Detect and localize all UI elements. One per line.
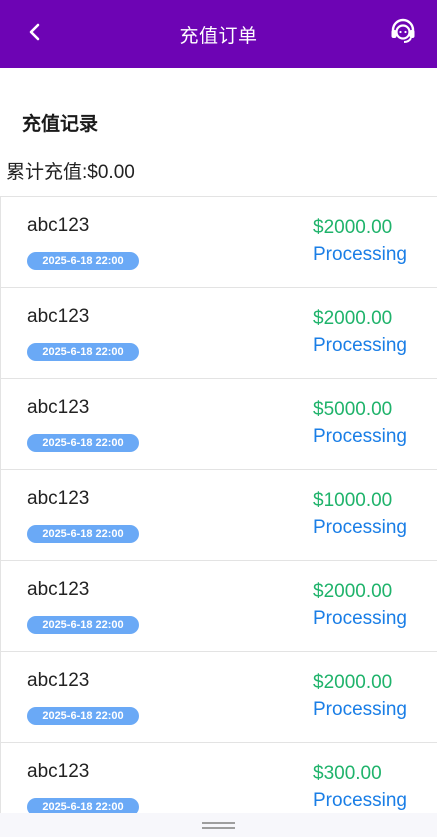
chevron-left-icon [29,23,40,41]
app-header: 充值订单 [0,0,437,68]
section-title: 充值记录 [22,113,99,135]
headset-icon [391,18,415,43]
list-item[interactable]: abc123 2025-6-18 22:00 $300.00 Processin… [1,743,437,813]
record-name: abc123 [27,670,90,691]
total-recharge: 累计充值:$0.00 [6,162,135,183]
record-list[interactable]: abc123 2025-6-18 22:00 $2000.00 Processi… [0,196,437,813]
date-badge: 2025-6-18 22:00 [27,798,139,813]
record-name: abc123 [27,397,90,418]
list-item[interactable]: abc123 2025-6-18 22:00 $5000.00 Processi… [1,379,437,470]
list-item[interactable]: abc123 2025-6-18 22:00 $1000.00 Processi… [1,470,437,561]
date-badge: 2025-6-18 22:00 [27,707,139,725]
page-title: 充值订单 [179,24,258,47]
record-amount: $2000.00 [313,308,393,329]
record-name: abc123 [27,579,90,600]
bottom-bar [0,813,437,837]
date-badge: 2025-6-18 22:00 [27,434,139,452]
list-item[interactable]: abc123 2025-6-18 22:00 $2000.00 Processi… [1,652,437,743]
record-name: abc123 [27,488,90,509]
record-name: abc123 [27,761,90,782]
record-amount: $2000.00 [313,217,393,238]
record-status: Processing [313,608,407,629]
date-badge: 2025-6-18 22:00 [27,616,139,634]
date-badge: 2025-6-18 22:00 [27,343,139,361]
record-name: abc123 [27,215,90,236]
date-badge: 2025-6-18 22:00 [27,525,139,543]
record-status: Processing [313,426,407,447]
record-status: Processing [313,699,407,720]
record-status: Processing [313,244,407,265]
back-button[interactable] [24,19,46,45]
record-status: Processing [313,335,407,356]
list-item[interactable]: abc123 2025-6-18 22:00 $2000.00 Processi… [1,197,437,288]
list-item[interactable]: abc123 2025-6-18 22:00 $2000.00 Processi… [1,288,437,379]
list-item[interactable]: abc123 2025-6-18 22:00 $2000.00 Processi… [1,561,437,652]
support-button[interactable] [389,17,417,45]
record-amount: $2000.00 [313,581,393,602]
record-status: Processing [313,517,407,538]
record-amount: $2000.00 [313,672,393,693]
date-badge: 2025-6-18 22:00 [27,252,139,270]
record-status: Processing [313,790,407,811]
record-amount: $1000.00 [313,490,393,511]
record-amount: $300.00 [313,763,382,784]
drag-handle-icon[interactable] [202,822,235,830]
record-amount: $5000.00 [313,399,393,420]
record-name: abc123 [27,306,90,327]
